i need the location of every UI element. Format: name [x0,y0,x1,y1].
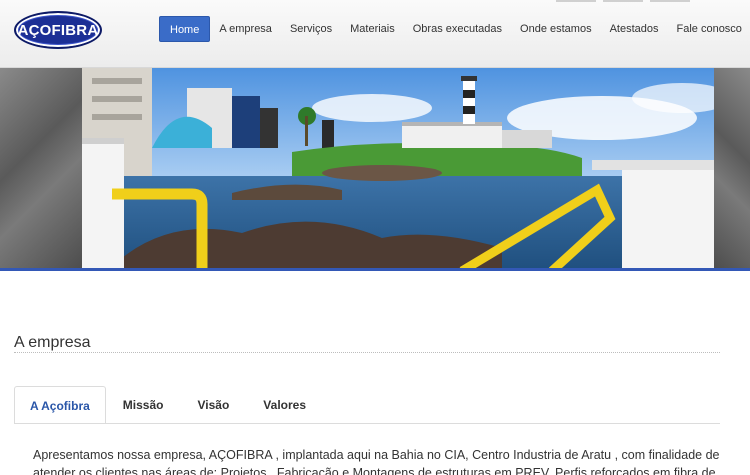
top-tab-3 [650,0,690,2]
banner-frame-right [714,68,750,268]
nav-obras-executadas[interactable]: Obras executadas [404,16,511,42]
section-divider [14,352,720,353]
tab-valores[interactable]: Valores [246,386,323,424]
nav-atestados[interactable]: Atestados [601,16,668,42]
tab-a-acofibra[interactable]: A Açofibra [14,386,106,424]
top-tab-2 [603,0,643,2]
nav-fale-conosco[interactable]: Fale conosco [668,16,750,42]
tab-missao[interactable]: Missão [106,386,181,424]
company-description: Apresentamos nossa empresa, AÇOFIBRA , i… [33,448,720,475]
site-header: AÇOFIBRA Home A empresa Serviços Materia… [0,0,750,68]
logo-text: AÇOFIBRA [17,21,99,39]
nav-servicos[interactable]: Serviços [281,16,341,42]
nav-onde-estamos[interactable]: Onde estamos [511,16,601,42]
hero-banner [0,68,750,271]
section-tabs: A Açofibra Missão Visão Valores [14,386,323,424]
section-title: A empresa [14,334,91,351]
nav-a-empresa[interactable]: A empresa [210,16,281,42]
acofibra-logo[interactable]: AÇOFIBRA [14,11,102,49]
main-nav: Home A empresa Serviços Materiais Obras … [159,16,750,42]
top-tab-1 [556,0,596,2]
nav-home[interactable]: Home [159,16,211,42]
coastal-lighthouse-photo [82,68,714,268]
nav-materiais[interactable]: Materiais [341,16,404,42]
banner-frame-left [0,68,82,268]
tabs-divider [14,423,720,424]
tab-visao[interactable]: Visão [180,386,246,424]
